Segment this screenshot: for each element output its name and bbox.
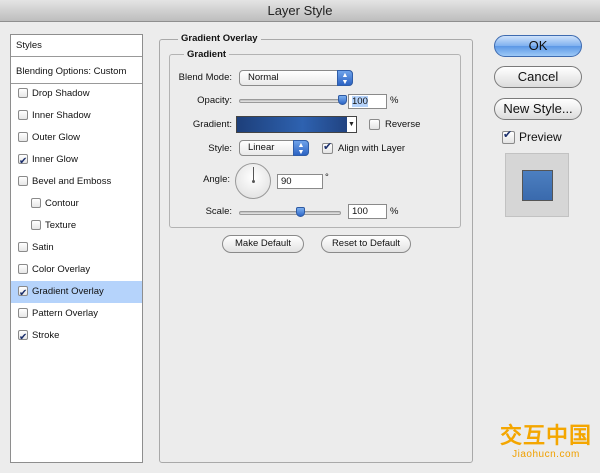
styles-header[interactable]: Styles [11, 35, 142, 57]
gradient-picker[interactable]: ▼ [236, 116, 357, 133]
opacity-unit: % [390, 95, 399, 106]
list-item-label: Outer Glow [32, 132, 81, 143]
list-item-pattern-overlay[interactable]: Pattern Overlay [11, 303, 142, 325]
texture-checkbox[interactable] [31, 220, 41, 230]
color-overlay-checkbox[interactable] [18, 264, 28, 274]
gradient-label: Gradient: [192, 119, 232, 130]
opacity-slider[interactable] [239, 99, 343, 103]
watermark: 交互中国 Jiaohucn.com [498, 423, 594, 461]
bevel-emboss-checkbox[interactable] [18, 176, 28, 186]
reset-to-default-button[interactable]: Reset to Default [321, 235, 411, 253]
opacity-slider-thumb[interactable] [338, 95, 347, 105]
list-item-inner-glow[interactable]: Inner Glow [11, 149, 142, 173]
list-item-color-overlay[interactable]: Color Overlay [11, 259, 142, 281]
inner-shadow-checkbox[interactable] [18, 110, 28, 120]
list-item-label: Color Overlay [32, 264, 91, 275]
inner-glow-checkbox[interactable] [18, 151, 28, 173]
watermark-url: Jiaohucn.com [512, 449, 580, 460]
list-item-label: Bevel and Emboss [32, 176, 112, 187]
blending-options-item[interactable]: Blending Options: Custom [11, 61, 142, 84]
list-item-label: Gradient Overlay [32, 286, 104, 297]
angle-dial[interactable] [235, 163, 271, 199]
preview-checkbox[interactable] [502, 128, 515, 144]
scale-slider-thumb[interactable] [296, 207, 305, 217]
blend-mode-select[interactable]: Normal ▲ ▼ [239, 70, 353, 86]
list-item-label: Inner Shadow [32, 110, 91, 121]
preview-thumbnail [505, 153, 569, 217]
blend-mode-value: Normal [248, 72, 279, 83]
styles-list: Styles Blending Options: Custom Drop Sha… [10, 34, 143, 463]
style-label: Style: [208, 143, 232, 154]
group-title: Gradient [184, 49, 230, 61]
angle-label: Angle: [203, 174, 230, 185]
style-value: Linear [248, 142, 275, 153]
list-item-stroke[interactable]: Stroke [11, 325, 142, 349]
ok-button[interactable]: OK [494, 35, 582, 57]
scale-slider[interactable] [239, 211, 341, 215]
outer-glow-checkbox[interactable] [18, 132, 28, 142]
up-down-arrows-icon: ▲ ▼ [337, 70, 353, 86]
make-default-button[interactable]: Make Default [222, 235, 304, 253]
blend-mode-label: Blend Mode: [178, 72, 232, 83]
scale-label: Scale: [205, 206, 232, 217]
preview-label: Preview [519, 130, 562, 144]
list-item-label: Pattern Overlay [32, 308, 98, 319]
drop-shadow-checkbox[interactable] [18, 88, 28, 98]
scale-input[interactable]: 100 [348, 204, 387, 219]
pattern-overlay-checkbox[interactable] [18, 308, 28, 318]
opacity-value: 100 [352, 96, 368, 107]
style-select[interactable]: Linear ▲ ▼ [239, 140, 309, 156]
list-item-label: Inner Glow [32, 154, 78, 165]
stroke-checkbox[interactable] [18, 327, 28, 349]
list-item-label: Drop Shadow [32, 88, 90, 99]
angle-value: 90 [281, 176, 292, 187]
scale-value: 100 [352, 206, 368, 217]
satin-checkbox[interactable] [18, 242, 28, 252]
list-item-label: Stroke [32, 330, 60, 341]
list-item-outer-glow[interactable]: Outer Glow [11, 127, 142, 149]
dropdown-arrow-icon[interactable]: ▼ [347, 117, 356, 132]
window-title: Layer Style [0, 0, 600, 22]
contour-checkbox[interactable] [31, 198, 41, 208]
scale-unit: % [390, 206, 399, 217]
up-down-arrows-icon: ▲ ▼ [293, 140, 309, 156]
list-item-texture[interactable]: Texture [11, 215, 142, 237]
reverse-label: Reverse [385, 119, 421, 130]
list-item-drop-shadow[interactable]: Drop Shadow [11, 83, 142, 105]
list-item-contour[interactable]: Contour [11, 193, 142, 215]
list-item-satin[interactable]: Satin [11, 237, 142, 259]
list-item-label: Satin [32, 242, 54, 253]
opacity-input[interactable]: 100 [348, 94, 387, 109]
list-item-label: Texture [45, 220, 77, 231]
new-style-button[interactable]: New Style... [494, 98, 582, 120]
list-item-bevel-emboss[interactable]: Bevel and Emboss [11, 171, 142, 193]
list-item-label: Contour [45, 198, 79, 209]
angle-unit: ° [325, 172, 329, 183]
opacity-label: Opacity: [197, 95, 232, 106]
list-item-inner-shadow[interactable]: Inner Shadow [11, 105, 142, 127]
align-with-layer-label: Align with Layer [338, 143, 406, 154]
align-with-layer-checkbox[interactable] [322, 140, 333, 154]
angle-dial-center [252, 180, 255, 183]
watermark-logo-text: 交互中国 [499, 423, 592, 448]
gradient-overlay-checkbox[interactable] [18, 283, 28, 305]
reverse-checkbox[interactable] [369, 119, 380, 130]
panel-title: Gradient Overlay [178, 33, 261, 45]
preview-swatch [522, 170, 553, 201]
angle-input[interactable]: 90 [277, 174, 323, 189]
cancel-button[interactable]: Cancel [494, 66, 582, 88]
list-item-gradient-overlay[interactable]: Gradient Overlay [11, 281, 142, 305]
